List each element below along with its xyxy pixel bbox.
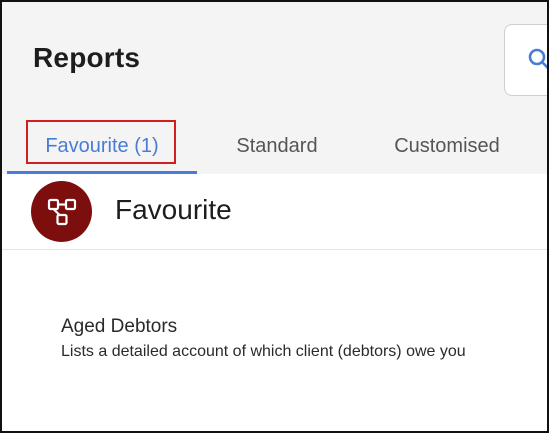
- hierarchy-icon: [31, 181, 92, 242]
- report-item-aged-debtors[interactable]: Aged Debtors Lists a detailed account of…: [61, 314, 547, 364]
- tab-highlight-annotation: [26, 120, 176, 164]
- tab-standard[interactable]: Standard: [207, 118, 347, 174]
- search-icon[interactable]: [527, 47, 549, 71]
- app-window: Reports Favourite (1) Standard Customise…: [0, 0, 549, 433]
- page-title: Reports: [33, 42, 141, 73]
- report-description: Lists a detailed account of which client…: [61, 343, 466, 360]
- report-name[interactable]: Aged Debtors: [61, 314, 547, 340]
- favourite-section-header: Favourite: [2, 174, 547, 250]
- tab-customised[interactable]: Customised: [372, 118, 522, 174]
- reports-header: Reports Favourite (1) Standard Customise…: [2, 2, 547, 174]
- search-input[interactable]: [504, 24, 549, 96]
- section-title: Favourite: [115, 194, 232, 225]
